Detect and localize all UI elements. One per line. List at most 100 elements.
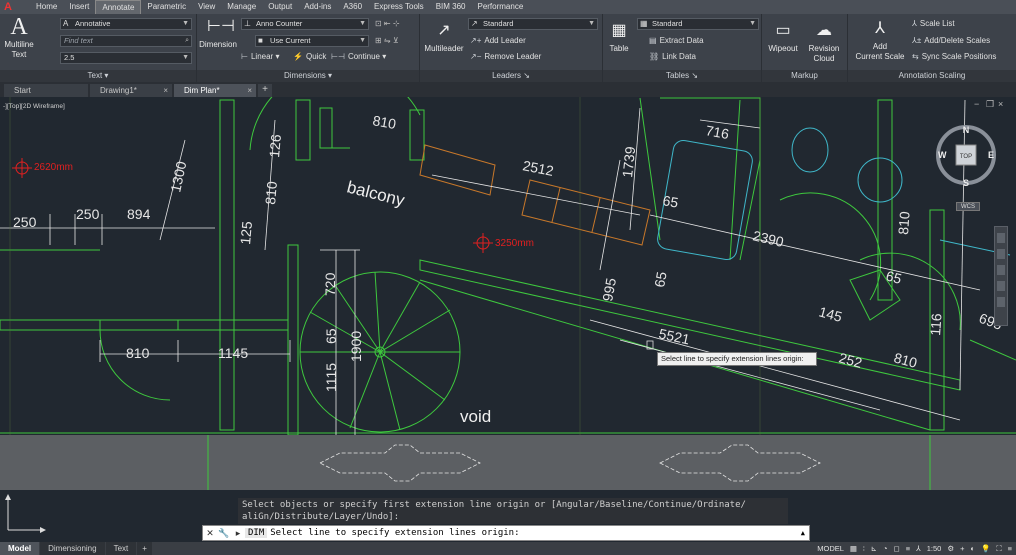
- annotation-scale-value[interactable]: 1:50: [927, 544, 942, 553]
- table-button[interactable]: ▦ Table: [605, 20, 633, 54]
- layout-tab-text[interactable]: Text: [105, 542, 137, 555]
- dim-text: 116: [927, 313, 945, 337]
- add-current-scale-button[interactable]: ⅄ Add Current Scale: [852, 18, 908, 62]
- customize-menu-icon[interactable]: ≡: [1008, 544, 1012, 553]
- compass-north[interactable]: N: [963, 125, 970, 135]
- viewport-controls-label[interactable]: -][Top][2D Wireframe]: [3, 103, 65, 110]
- menu-bim360[interactable]: BIM 360: [430, 0, 472, 14]
- leaders-panel-title[interactable]: Leaders ↘: [420, 70, 602, 82]
- sync-scale-positions-button[interactable]: ⇆ Sync Scale Positions: [912, 51, 996, 63]
- layout-tab-model[interactable]: Model: [0, 542, 40, 555]
- grid-icon[interactable]: ▦: [850, 544, 857, 553]
- close-icon[interactable]: ×: [247, 84, 252, 97]
- ortho-icon[interactable]: ⊾: [871, 544, 877, 553]
- close-icon[interactable]: ✕: [203, 528, 217, 539]
- orbit-icon[interactable]: [997, 265, 1005, 275]
- layout-tab-dimensioning[interactable]: Dimensioning: [40, 542, 105, 555]
- menu-add-ins[interactable]: Add-ins: [298, 0, 337, 14]
- continue-icon: ⊢⊣: [331, 52, 345, 61]
- model-space-toggle[interactable]: MODEL: [817, 544, 844, 553]
- dim-layer-combo[interactable]: ■ Use Current ▼: [255, 35, 369, 47]
- linear-button[interactable]: ⊢ Linear ▾: [241, 51, 279, 63]
- tables-panel-title[interactable]: Tables ↘: [603, 70, 761, 82]
- dim-style-combo[interactable]: ⊥ Anno Counter ▼: [241, 18, 369, 30]
- viewcube-top-face[interactable]: TOP: [960, 154, 972, 160]
- leader-style-combo[interactable]: ↗ Standard ▼: [468, 18, 598, 30]
- remove-leader-button[interactable]: ↗− Remove Leader: [470, 51, 541, 63]
- app-logo-icon[interactable]: A: [4, 1, 18, 13]
- ribbon: A Multiline Text A Annotative ▼ Find tex…: [0, 14, 1016, 82]
- dim-text: 810: [126, 345, 150, 361]
- menu-performance[interactable]: Performance: [471, 0, 529, 14]
- text-panel-title[interactable]: Text ▾: [0, 70, 196, 82]
- menu-parametric[interactable]: Parametric: [141, 0, 192, 14]
- dim-tool-icons-row1[interactable]: ⊡ ⇤ ⊹: [375, 18, 400, 30]
- menu-home[interactable]: Home: [30, 0, 63, 14]
- menu-annotate[interactable]: Annotate: [95, 0, 142, 14]
- new-tab-plus-icon[interactable]: +: [258, 84, 272, 97]
- pan-icon[interactable]: [997, 233, 1005, 243]
- dim-tool-icons-row2[interactable]: ⊞ ⇋ ⊻: [375, 35, 399, 47]
- wcs-menu[interactable]: WCS: [956, 202, 980, 211]
- tab-dim-plan[interactable]: Dim Plan* ×: [174, 84, 256, 97]
- steering-wheel-icon[interactable]: [997, 297, 1005, 307]
- dimension-button[interactable]: ⊢⊣ Dimension: [199, 16, 237, 50]
- annotation-scaling-panel-title[interactable]: Annotation Scaling: [848, 70, 1016, 82]
- menu-output[interactable]: Output: [262, 0, 298, 14]
- dim-text: 65: [323, 328, 339, 344]
- multiline-text-button[interactable]: A Multiline Text: [2, 15, 36, 60]
- lineweight-icon[interactable]: ≡: [906, 544, 910, 553]
- compass-west[interactable]: W: [938, 150, 947, 160]
- settings-wrench-icon[interactable]: 🔧: [217, 528, 231, 539]
- add-leader-button[interactable]: ↗+ Add Leader: [470, 35, 526, 47]
- text-style-combo[interactable]: A Annotative ▼: [60, 18, 192, 30]
- compass-south[interactable]: S: [963, 178, 969, 188]
- menu-express-tools[interactable]: Express Tools: [368, 0, 430, 14]
- zoom-icon[interactable]: [997, 249, 1005, 259]
- continue-button[interactable]: ⊢⊣ Continue ▾: [331, 51, 386, 63]
- snap-icon[interactable]: ⦙: [863, 544, 865, 554]
- isolate-icon[interactable]: 💡: [981, 544, 990, 553]
- restore-viewport-icon[interactable]: ❐: [986, 99, 994, 110]
- add-layout-plus-icon[interactable]: +: [137, 542, 152, 555]
- find-text-input[interactable]: Find text ⌕: [60, 35, 192, 47]
- scale-list-button[interactable]: ⅄ Scale List: [912, 18, 955, 30]
- add-delete-scales-button[interactable]: ⅄± Add/Delete Scales: [912, 35, 990, 47]
- minimize-viewport-icon[interactable]: −: [974, 99, 979, 109]
- menu-a360[interactable]: A360: [337, 0, 368, 14]
- extract-data-button[interactable]: ▤ Extract Data: [649, 35, 704, 47]
- wipeout-button[interactable]: ▭ Wipeout: [766, 20, 800, 54]
- text-height-combo[interactable]: 2.5 ▼: [60, 52, 192, 64]
- menu-view[interactable]: View: [192, 0, 221, 14]
- find-icon[interactable]: ⌕: [185, 36, 189, 46]
- menu-manage[interactable]: Manage: [221, 0, 262, 14]
- menu-insert[interactable]: Insert: [63, 0, 95, 14]
- compass-east[interactable]: E: [988, 150, 994, 160]
- tab-start[interactable]: Start: [4, 84, 88, 97]
- fullscreen-icon[interactable]: ⛶: [996, 544, 1001, 554]
- viewcube[interactable]: TOP N S W E: [934, 123, 998, 188]
- revision-cloud-button[interactable]: ☁ Revision Cloud: [804, 20, 844, 64]
- quick-button[interactable]: ⚡ Quick: [293, 51, 326, 63]
- gear-icon[interactable]: ⚙: [947, 544, 954, 553]
- table-style-combo[interactable]: ▦ Standard ▼: [637, 18, 759, 30]
- close-viewport-icon[interactable]: ×: [998, 99, 1003, 109]
- workspace-icon[interactable]: ◐: [970, 544, 975, 553]
- command-line[interactable]: ✕ 🔧 ▸ DIM Select line to specify extensi…: [202, 525, 810, 541]
- chevron-up-icon[interactable]: ▲: [801, 529, 805, 537]
- navigation-bar[interactable]: [994, 226, 1008, 326]
- dimensions-panel-title[interactable]: Dimensions ▾: [197, 70, 419, 82]
- link-data-button[interactable]: ⛓ Link Data: [649, 51, 696, 63]
- drawing-canvas[interactable]: 810 1300 126 810 125 250 250 894 2512 17…: [0, 97, 1016, 435]
- showmotion-icon[interactable]: [997, 281, 1005, 291]
- close-icon[interactable]: ×: [163, 84, 168, 97]
- annotation-scale-icon[interactable]: ⅄: [916, 544, 921, 553]
- osnap-icon[interactable]: ◻: [894, 544, 900, 553]
- polar-icon[interactable]: ◔: [883, 544, 888, 553]
- plus-icon[interactable]: +: [960, 544, 964, 553]
- tab-drawing1[interactable]: Drawing1* ×: [90, 84, 172, 97]
- command-prompt-text[interactable]: Select line to specify extension lines o…: [270, 528, 519, 538]
- multileader-button[interactable]: ↗ Multileader: [424, 20, 464, 54]
- dim-text: 1300: [167, 160, 189, 194]
- markup-panel-title[interactable]: Markup: [762, 70, 847, 82]
